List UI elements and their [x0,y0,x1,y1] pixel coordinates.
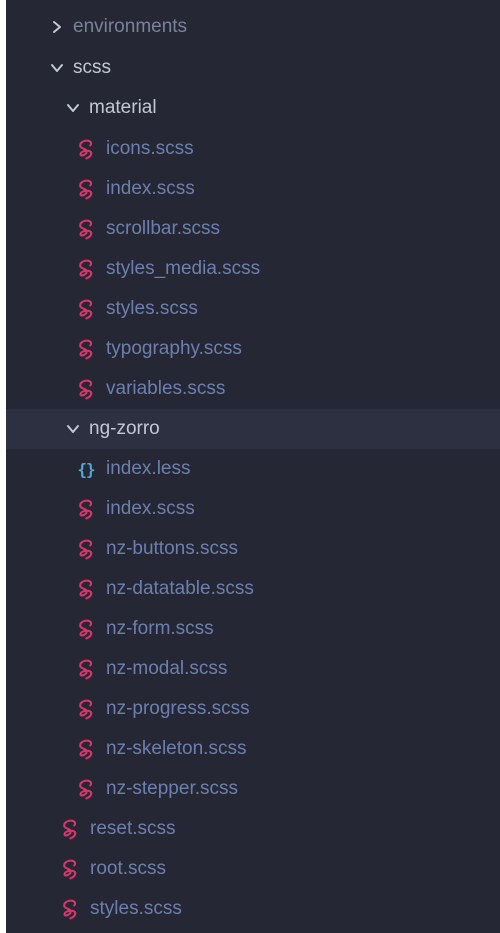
sass-icon [76,698,96,720]
tree-file-label: nz-progress.scss [106,698,250,719]
tree-file-label: reset.scss [90,818,176,839]
tree-folder-label: material [89,97,157,118]
tree-file-label: nz-datatable.scss [106,578,254,599]
tree-file-label: styles.scss [90,898,182,919]
sass-icon [76,658,96,680]
tree-file-label: nz-stepper.scss [106,778,238,799]
tree-file-label: nz-modal.scss [106,658,228,679]
chevron-down-icon[interactable] [63,98,83,118]
sass-icon [76,338,96,360]
sass-icon [76,498,96,520]
tree-file-index-less[interactable]: {} index.less [6,449,500,489]
sass-icon [76,738,96,760]
tree-folder-environments[interactable]: environments [6,7,500,47]
tree-file-styles-scss[interactable]: styles.scss [6,889,500,929]
tree-file-label: icons.scss [106,138,194,159]
tree-file-label: nz-skeleton.scss [106,738,247,759]
file-explorer-tree: environments scss material icons.scss in… [6,0,500,933]
tree-file-label: styles_media.scss [106,258,261,279]
tree-file-reset-scss[interactable]: reset.scss [6,809,500,849]
tree-file-label: nz-buttons.scss [106,538,238,559]
sass-icon [76,618,96,640]
tree-file-root-scss[interactable]: root.scss [6,849,500,889]
tree-folder-label: environments [73,16,188,37]
less-braces-icon: {} [77,459,95,479]
tree-file-label: index.scss [106,498,195,519]
tree-file-label: root.scss [90,858,167,879]
tree-folder-material[interactable]: material [6,88,500,128]
tree-folder-ng-zorro[interactable]: ng-zorro [6,409,500,449]
tree-file-label: styles.scss [106,298,198,319]
sass-icon [76,578,96,600]
tree-file-nz-form-scss[interactable]: nz-form.scss [6,609,500,649]
tree-file-styles-scss[interactable]: styles.scss [6,289,500,329]
tree-file-label: index.scss [106,178,195,199]
sass-icon [76,778,96,800]
tree-file-typography-scss[interactable]: typography.scss [6,329,500,369]
chevron-right-icon[interactable] [47,17,67,37]
tree-folder-label: scss [73,57,111,78]
tree-file-label: variables.scss [106,378,226,399]
tree-file-scrollbar-scss[interactable]: scrollbar.scss [6,209,500,249]
sass-icon [76,138,96,160]
tree-file-nz-stepper-scss[interactable]: nz-stepper.scss [6,769,500,809]
tree-file-label: typography.scss [106,338,242,359]
sass-icon [60,898,80,920]
tree-folder-label: ng-zorro [89,418,160,439]
tree-file-index-scss[interactable]: index.scss [6,489,500,529]
tree-file-label: index.less [106,458,191,479]
tree-folder-scss[interactable]: scss [6,48,500,88]
tree-file-nz-buttons-scss[interactable]: nz-buttons.scss [6,529,500,569]
tree-file-nz-modal-scss[interactable]: nz-modal.scss [6,649,500,689]
tree-file-icons-scss[interactable]: icons.scss [6,129,500,169]
sass-icon [76,218,96,240]
sass-icon [76,178,96,200]
tree-file-nz-datatable-scss[interactable]: nz-datatable.scss [6,569,500,609]
sass-icon [76,538,96,560]
chevron-down-icon[interactable] [47,58,67,78]
sass-icon [60,858,80,880]
tree-file-label: scrollbar.scss [106,218,221,239]
sass-icon [76,298,96,320]
tree-file-nz-skeleton-scss[interactable]: nz-skeleton.scss [6,729,500,769]
sass-icon [60,818,80,840]
tree-file-label: nz-form.scss [106,618,214,639]
tree-file-index-scss[interactable]: index.scss [6,169,500,209]
tree-file-nz-progress-scss[interactable]: nz-progress.scss [6,689,500,729]
tree-file-styles-media-scss[interactable]: styles_media.scss [6,249,500,289]
chevron-down-icon[interactable] [63,419,83,439]
tree-file-variables-scss[interactable]: variables.scss [6,369,500,409]
sass-icon [76,258,96,280]
sass-icon [76,378,96,400]
